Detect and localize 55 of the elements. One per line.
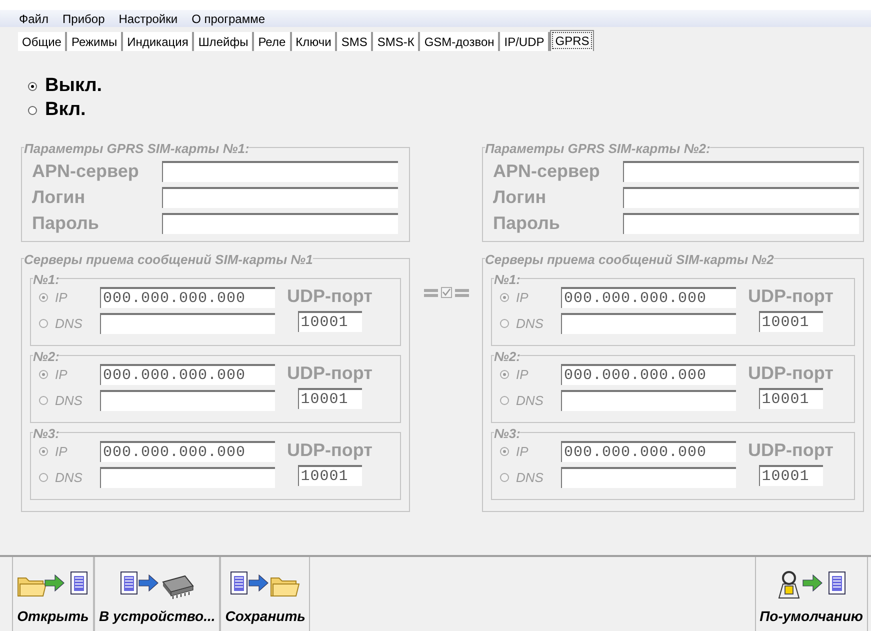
toolbar-button[interactable]: Открыть (12, 557, 94, 631)
tab[interactable]: GPRS (550, 30, 594, 51)
equals-icon (454, 288, 468, 296)
tab[interactable]: SMS-К (373, 32, 420, 51)
radio-label: IP (515, 442, 530, 461)
tab[interactable]: IP/UDP (500, 32, 550, 51)
radio-label: IP (515, 288, 530, 307)
menu-item[interactable]: Настройки (118, 10, 178, 28)
tab[interactable]: Ключи (292, 32, 338, 51)
input-field[interactable] (100, 467, 275, 488)
radio-label: IP (54, 288, 68, 307)
field-label: APN-сервер (493, 160, 601, 182)
field-label: UDP-порт (287, 362, 372, 385)
toolbar-button[interactable]: В устройство... (94, 557, 220, 631)
radio-button[interactable] (28, 82, 37, 90)
menu-item[interactable]: Файл (19, 10, 49, 28)
radio-button[interactable] (28, 106, 37, 114)
menu-item[interactable]: Прибор (62, 10, 105, 28)
tab[interactable]: SMS (337, 32, 374, 51)
field-label: Логин (493, 186, 548, 208)
tab[interactable]: Режимы (67, 32, 124, 51)
radio-label: DNS (54, 392, 84, 410)
field-label: UDP-порт (748, 439, 834, 462)
radio-label: IP (54, 442, 68, 461)
radio-label: DNS (54, 314, 84, 333)
field-label: Логин (32, 186, 86, 208)
toolbar-button[interactable]: Сохранить (220, 557, 310, 631)
radio-label: Вкл. (45, 98, 86, 122)
input-field[interactable] (561, 390, 736, 411)
field-label: UDP-порт (287, 439, 372, 462)
radio-label: DNS (54, 468, 84, 487)
field-label: APN-сервер (32, 160, 140, 182)
toolbar-button[interactable]: По-умолчанию (754, 557, 868, 631)
field-label: UDP-порт (287, 285, 372, 308)
radio-label: DNS (515, 314, 544, 333)
tab[interactable]: Реле (254, 32, 292, 51)
field-label: Пароль (493, 212, 561, 234)
radio-label: DNS (515, 392, 544, 410)
tab[interactable]: Шлейфы (194, 32, 254, 51)
radio-label: DNS (515, 468, 544, 487)
equals-icon (424, 288, 438, 296)
tab[interactable]: GSM-дозвон (420, 32, 500, 51)
radio-label: IP (54, 366, 68, 384)
input-field[interactable] (100, 313, 275, 334)
input-field[interactable] (561, 467, 736, 488)
radio-label: Выкл. (45, 74, 102, 98)
tab[interactable]: Общие (18, 32, 68, 51)
menu-item[interactable]: О программе (192, 10, 266, 28)
input-field[interactable] (100, 390, 275, 411)
tab[interactable]: Индикация (123, 32, 194, 51)
field-label: UDP-порт (748, 285, 834, 308)
radio-label: IP (515, 366, 530, 384)
field-label: Пароль (32, 212, 100, 234)
input-field[interactable] (561, 313, 736, 334)
field-label: UDP-порт (748, 362, 834, 385)
